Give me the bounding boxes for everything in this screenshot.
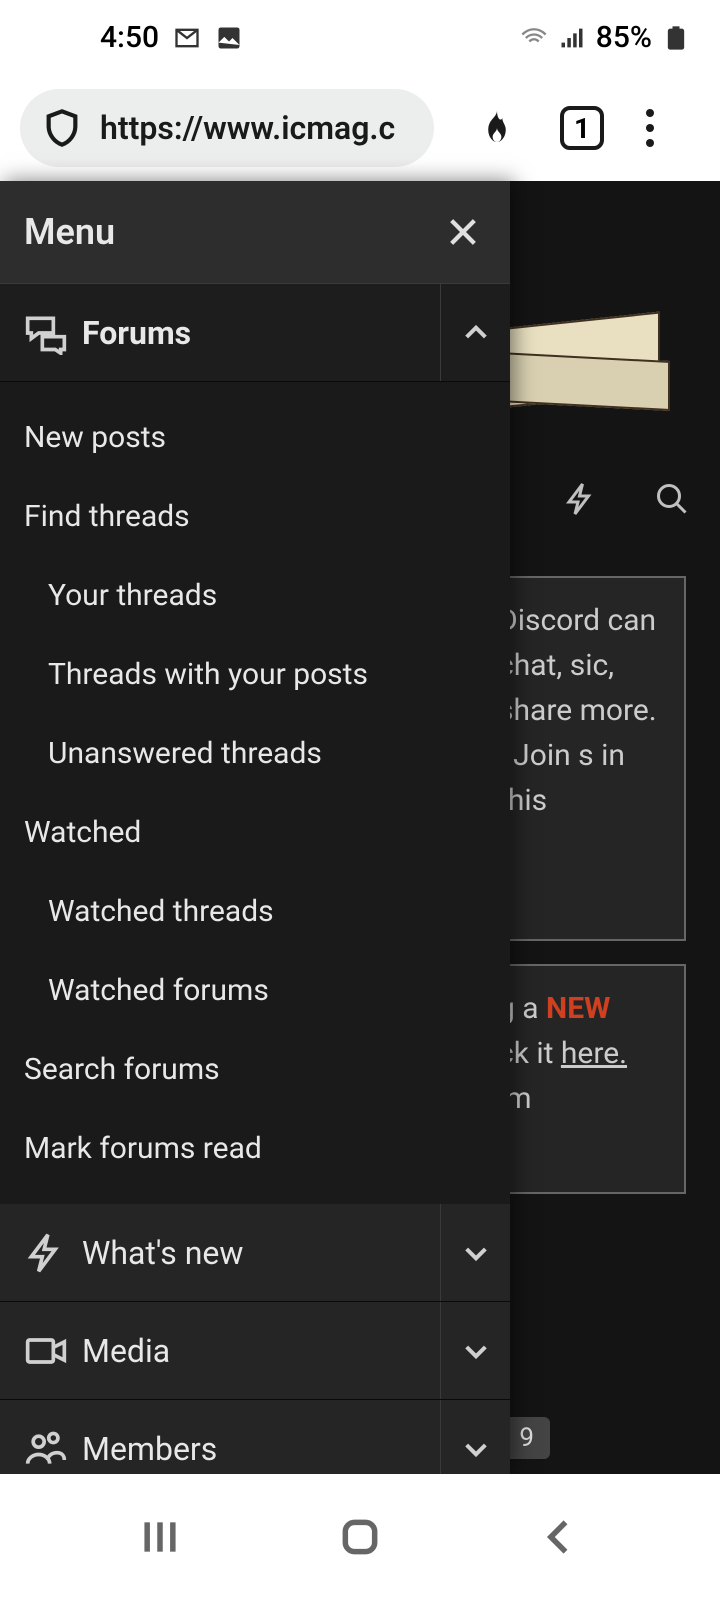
here-link[interactable]: here. bbox=[561, 1036, 627, 1071]
battery-percent: 85% bbox=[596, 20, 652, 55]
back-button[interactable] bbox=[538, 1515, 582, 1559]
media-label: Media bbox=[82, 1332, 170, 1370]
drawer-title: Menu bbox=[24, 211, 115, 253]
item-unanswered[interactable]: Unanswered threads bbox=[0, 714, 510, 793]
new-label: NEW bbox=[546, 991, 610, 1026]
item-watched-threads[interactable]: Watched threads bbox=[0, 872, 510, 951]
search-icon[interactable] bbox=[654, 481, 690, 517]
status-left: 4:50 bbox=[100, 20, 243, 55]
battery-icon bbox=[662, 24, 690, 52]
item-watched[interactable]: Watched bbox=[0, 793, 510, 872]
whats-new-label: What's new bbox=[82, 1234, 243, 1272]
wifi-icon bbox=[520, 24, 548, 52]
browser-actions: 1 bbox=[476, 106, 654, 150]
section-members[interactable]: Members bbox=[0, 1400, 510, 1474]
section-forums[interactable]: Forums bbox=[0, 284, 510, 382]
media-toggle[interactable] bbox=[440, 1302, 510, 1399]
item-new-posts[interactable]: New posts bbox=[0, 398, 510, 477]
browser-bar: https://www.icmag.c 1 bbox=[0, 75, 720, 181]
chevron-down-icon bbox=[460, 1335, 492, 1367]
recents-button[interactable] bbox=[138, 1515, 182, 1559]
item-threads-with-posts[interactable]: Threads with your posts bbox=[0, 635, 510, 714]
gmail-icon bbox=[173, 24, 201, 52]
menu-icon[interactable] bbox=[646, 109, 654, 147]
forums-label: Forums bbox=[82, 314, 191, 352]
close-icon[interactable] bbox=[446, 215, 480, 249]
home-button[interactable] bbox=[338, 1515, 382, 1559]
section-whats-new[interactable]: What's new bbox=[0, 1204, 510, 1302]
image-icon bbox=[215, 24, 243, 52]
members-label: Members bbox=[82, 1430, 217, 1468]
bolt-icon[interactable] bbox=[563, 481, 599, 517]
url-bar[interactable]: https://www.icmag.c bbox=[20, 89, 434, 167]
item-search-forums[interactable]: Search forums bbox=[0, 1030, 510, 1109]
members-icon bbox=[24, 1427, 68, 1471]
shield-icon bbox=[42, 108, 82, 148]
forums-items: New posts Find threads Your threads Thre… bbox=[0, 382, 510, 1204]
status-right: 85% bbox=[520, 20, 690, 55]
members-toggle[interactable] bbox=[440, 1400, 510, 1474]
item-mark-read[interactable]: Mark forums read bbox=[0, 1109, 510, 1188]
forums-toggle[interactable] bbox=[440, 284, 510, 381]
section-media[interactable]: Media bbox=[0, 1302, 510, 1400]
chevron-down-icon bbox=[460, 1433, 492, 1465]
flame-icon[interactable] bbox=[476, 107, 518, 149]
system-navbar bbox=[0, 1474, 720, 1600]
header-icons bbox=[563, 481, 690, 517]
chevron-up-icon bbox=[460, 317, 492, 349]
clock: 4:50 bbox=[100, 20, 159, 55]
tab-count-value: 1 bbox=[574, 112, 590, 145]
tab-count[interactable]: 1 bbox=[560, 106, 604, 150]
item-find-threads[interactable]: Find threads bbox=[0, 477, 510, 556]
bolt-icon bbox=[24, 1231, 68, 1275]
url-text: https://www.icmag.c bbox=[100, 109, 395, 147]
item-watched-forums[interactable]: Watched forums bbox=[0, 951, 510, 1030]
whats-new-toggle[interactable] bbox=[440, 1204, 510, 1301]
media-icon bbox=[24, 1329, 68, 1373]
forums-icon bbox=[24, 311, 68, 355]
site-banner bbox=[490, 301, 690, 421]
signal-icon bbox=[558, 24, 586, 52]
menu-drawer: Menu Forums New posts Find threads Your … bbox=[0, 181, 510, 1474]
count-badge: 9 bbox=[503, 1417, 550, 1459]
status-bar: 4:50 85% bbox=[0, 0, 720, 75]
notice-text: Discord can chat, sic, share more. ! Joi… bbox=[498, 603, 657, 818]
item-your-threads[interactable]: Your threads bbox=[0, 556, 510, 635]
drawer-header: Menu bbox=[0, 181, 510, 284]
chevron-down-icon bbox=[460, 1237, 492, 1269]
